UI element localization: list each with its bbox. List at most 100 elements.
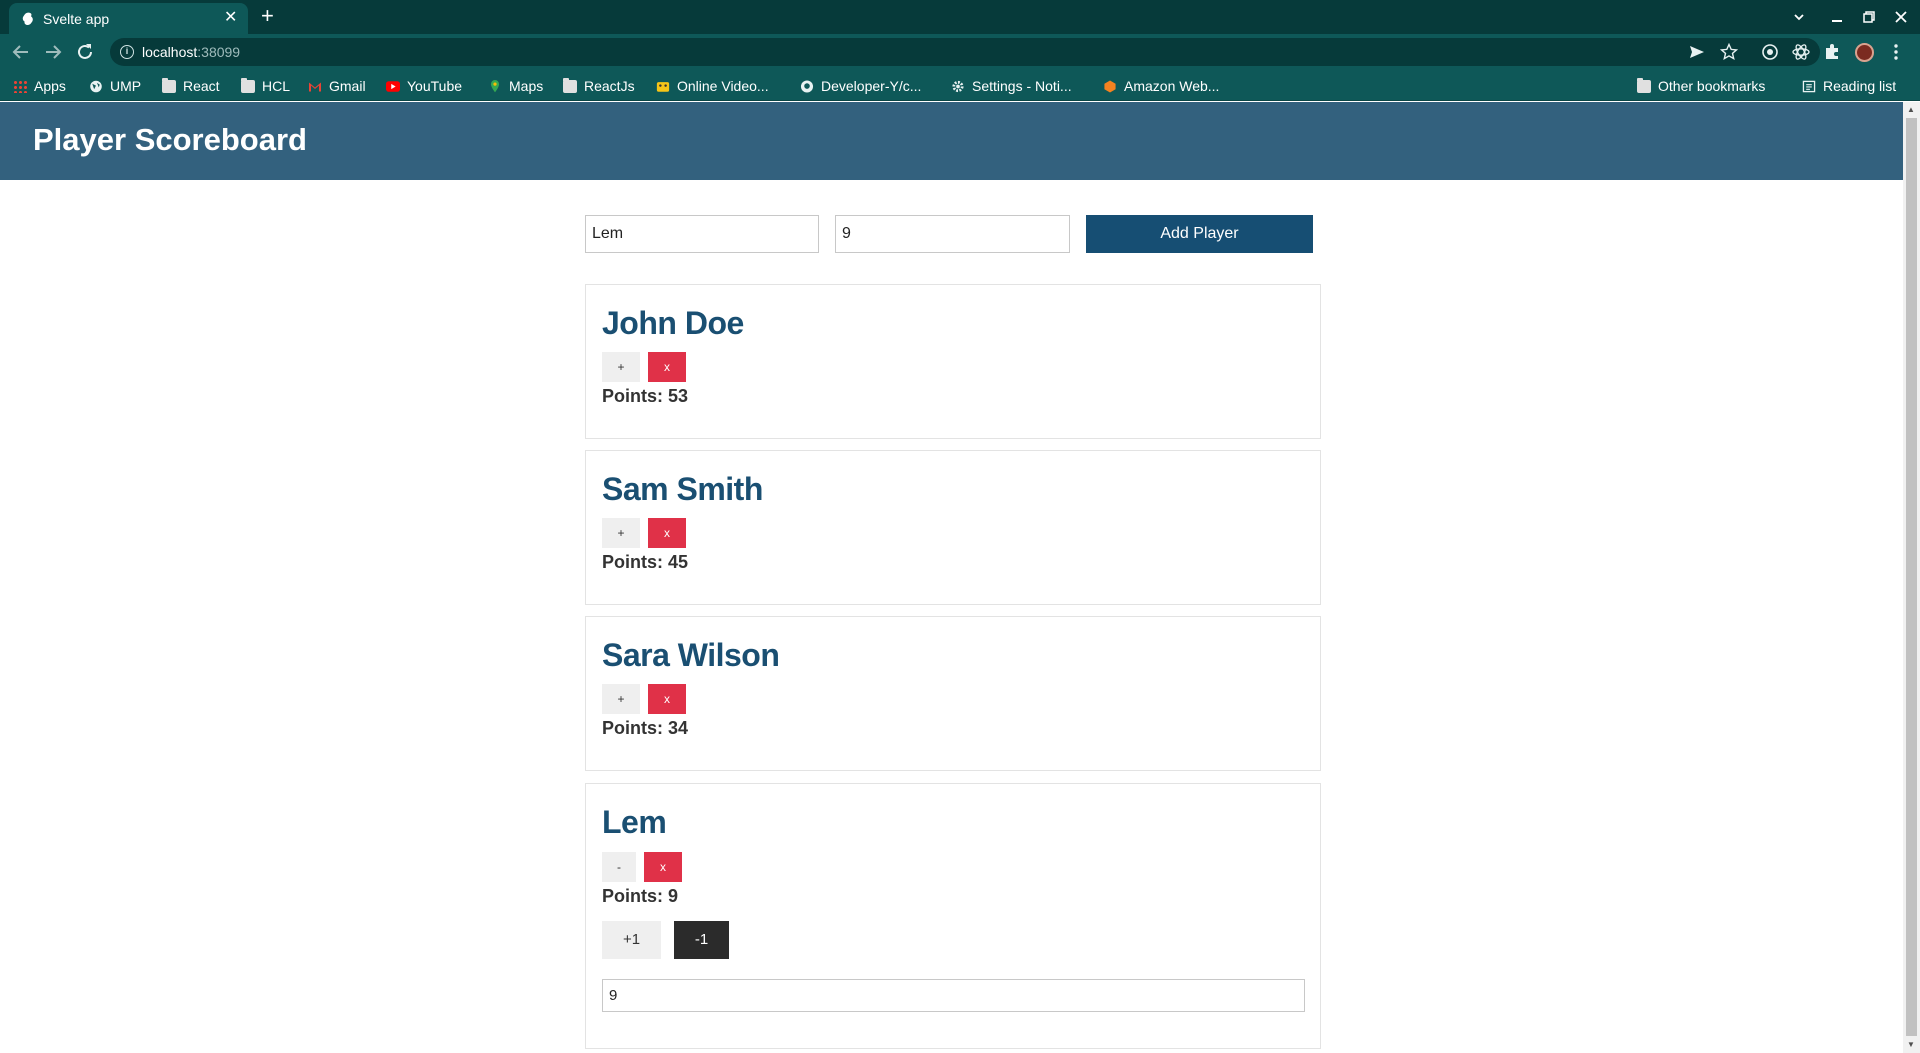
bookmark-settings[interactable]: Settings - Noti... xyxy=(951,76,1072,96)
app-header: Player Scoreboard xyxy=(0,102,1903,180)
tab-close-icon[interactable]: ✕ xyxy=(224,9,237,27)
bookmark-label: Maps xyxy=(509,78,544,94)
scrollbar-thumb[interactable] xyxy=(1906,118,1917,1036)
player-points: Points: 53 xyxy=(602,386,689,406)
delete-player-button[interactable]: x xyxy=(648,518,686,548)
new-tab-button[interactable]: + xyxy=(261,5,274,27)
bookmark-hcl[interactable]: HCL xyxy=(241,76,290,96)
player-card: Sam Smith + x Points: 45 xyxy=(585,450,1321,605)
remove-point-button[interactable]: -1 xyxy=(674,921,729,959)
browser-menu-icon[interactable] xyxy=(1886,42,1906,62)
aws-icon xyxy=(1104,79,1116,93)
github-icon xyxy=(800,79,814,93)
restore-icon[interactable] xyxy=(1862,10,1876,24)
browser-tab[interactable]: Svelte app ✕ xyxy=(9,3,248,34)
toggle-controls-button[interactable]: + xyxy=(602,684,640,714)
bookmark-label: Settings - Noti... xyxy=(972,78,1072,94)
send-tab-icon[interactable] xyxy=(1688,44,1706,60)
browser-tab-bar: Svelte app ✕ + xyxy=(0,0,1920,34)
bookmark-label: Online Video... xyxy=(677,78,769,94)
svelte-favicon-icon xyxy=(22,12,33,25)
bookmark-gmail[interactable]: Gmail xyxy=(308,76,366,96)
page-title: Player Scoreboard xyxy=(33,122,307,157)
delete-player-button[interactable]: x xyxy=(648,352,686,382)
player-points: Points: 9 xyxy=(602,886,679,906)
back-icon[interactable] xyxy=(9,40,33,64)
bookmark-label: HCL xyxy=(262,78,291,94)
bookmark-label: UMP xyxy=(110,78,142,94)
bookmark-label: ReactJs xyxy=(584,78,635,94)
scroll-down-arrow-icon[interactable]: ▼ xyxy=(1907,1040,1915,1050)
minimize-icon[interactable] xyxy=(1830,10,1844,24)
reading-list-label: Reading list xyxy=(1823,78,1897,94)
bookmark-label: YouTube xyxy=(407,78,463,94)
globe-icon xyxy=(90,80,102,92)
bookmark-label: Amazon Web... xyxy=(1124,78,1220,94)
player-name-input[interactable] xyxy=(585,215,819,253)
toggle-controls-button[interactable]: + xyxy=(602,518,640,548)
add-player-button[interactable]: Add Player xyxy=(1086,215,1313,253)
bookmark-amazon[interactable]: Amazon Web... xyxy=(1103,76,1219,96)
toggle-controls-button[interactable]: - xyxy=(602,852,636,882)
player-name: Lem xyxy=(602,804,667,840)
reload-icon[interactable] xyxy=(73,40,97,64)
reading-list[interactable]: Reading list xyxy=(1802,76,1896,96)
page-viewport: Player Scoreboard Add Player John Doe + … xyxy=(0,102,1903,1053)
bookmark-online-video[interactable]: Online Video... xyxy=(656,76,769,96)
youtube-icon xyxy=(386,80,400,92)
reading-list-icon xyxy=(1802,80,1816,92)
delete-player-button[interactable]: x xyxy=(648,684,686,714)
browser-toolbar: i localhost:38099 xyxy=(0,34,1920,70)
delete-player-button[interactable]: x xyxy=(644,852,682,882)
tab-search-icon[interactable] xyxy=(1792,10,1806,24)
bookmark-reactjs[interactable]: ReactJs xyxy=(563,76,635,96)
add-point-button[interactable]: +1 xyxy=(602,921,661,959)
apps-grid-icon xyxy=(13,79,27,93)
scroll-up-arrow-icon[interactable]: ▲ xyxy=(1907,105,1915,115)
player-points: Points: 34 xyxy=(602,718,689,738)
player-card: John Doe + x Points: 53 xyxy=(585,284,1321,439)
points-edit-input[interactable] xyxy=(602,979,1305,1012)
player-name: John Doe xyxy=(602,305,744,341)
bookmark-label: Apps xyxy=(34,78,66,94)
maps-icon xyxy=(490,79,500,92)
extension-react-icon[interactable] xyxy=(1791,42,1811,62)
player-card: Sara Wilson + x Points: 34 xyxy=(585,616,1321,771)
forward-icon[interactable] xyxy=(41,40,65,64)
bookmark-label: Gmail xyxy=(329,78,366,94)
bookmark-star-icon[interactable] xyxy=(1720,43,1738,61)
gmail-icon xyxy=(309,82,321,91)
extensions-puzzle-icon[interactable] xyxy=(1822,42,1842,62)
toggle-controls-button[interactable]: + xyxy=(602,352,640,382)
bookmark-ump[interactable]: UMP xyxy=(89,76,141,96)
bookmark-other[interactable]: Other bookmarks xyxy=(1637,76,1765,96)
bookmark-react[interactable]: React xyxy=(162,76,220,96)
profile-avatar[interactable] xyxy=(1855,43,1874,62)
bookmark-label: Developer-Y/c... xyxy=(821,78,922,94)
site-info-icon[interactable]: i xyxy=(120,45,134,59)
folder-icon xyxy=(241,77,255,93)
page-scrollbar[interactable]: ▲ ▼ xyxy=(1903,102,1920,1053)
extension-target-icon[interactable] xyxy=(1760,42,1780,62)
video-icon xyxy=(656,81,670,92)
bookmark-youtube[interactable]: YouTube xyxy=(386,76,462,96)
player-points-input[interactable] xyxy=(835,215,1070,253)
player-name: Sara Wilson xyxy=(602,637,780,673)
bookmark-developer[interactable]: Developer-Y/c... xyxy=(800,76,921,96)
other-bookmarks-label: Other bookmarks xyxy=(1658,78,1766,94)
player-card: Lem - x Points: 9 +1 -1 xyxy=(585,783,1321,1049)
player-name: Sam Smith xyxy=(602,471,763,507)
url-host: localhost xyxy=(142,44,198,60)
url-text: localhost:38099 xyxy=(142,44,240,60)
folder-icon xyxy=(563,77,577,93)
url-port: :38099 xyxy=(197,44,241,60)
folder-icon xyxy=(1637,77,1651,93)
bookmark-maps[interactable]: Maps xyxy=(488,76,543,96)
folder-icon xyxy=(162,77,176,93)
player-points: Points: 45 xyxy=(602,552,689,572)
bookmark-label: React xyxy=(183,78,220,94)
gear-icon xyxy=(952,80,964,92)
address-bar[interactable]: i localhost:38099 xyxy=(110,38,1820,66)
close-window-icon[interactable] xyxy=(1894,10,1908,24)
bookmark-apps[interactable]: Apps xyxy=(13,76,66,96)
